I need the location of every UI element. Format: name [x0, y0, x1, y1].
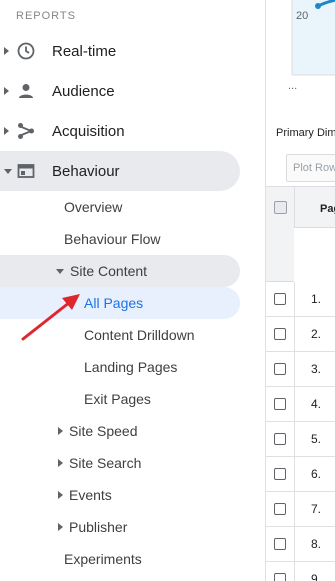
clock-icon: [16, 41, 36, 61]
row-number: 9.: [311, 572, 322, 581]
row-number: 2.: [311, 327, 322, 341]
column-divider: [294, 282, 295, 317]
page-column-header[interactable]: Pag: [320, 203, 335, 215]
row-number: 1.: [311, 292, 322, 306]
sidebar-item-label: Publisher: [69, 519, 128, 535]
reports-section-title: REPORTS: [16, 10, 76, 22]
row-checkbox[interactable]: [274, 433, 286, 445]
select-all-checkbox[interactable]: [274, 201, 287, 214]
table-row[interactable]: 2.: [266, 317, 335, 352]
sidebar-item-realtime[interactable]: Real-time: [0, 31, 265, 71]
person-icon: [16, 81, 36, 101]
sidebar-item-behaviour[interactable]: Behaviour: [0, 151, 240, 191]
column-divider: [294, 317, 295, 352]
sidebar-item-label: Content Drilldown: [84, 327, 195, 343]
row-number: 4.: [311, 397, 322, 411]
sidebar-item-label: Site Speed: [69, 423, 138, 439]
sidebar: REPORTS Real-time Audience Acquisition B…: [0, 0, 265, 581]
row-number: 5.: [311, 432, 322, 446]
sidebar-item-site-content[interactable]: Site Content: [0, 255, 240, 287]
sidebar-item-all-pages[interactable]: All Pages: [0, 287, 240, 319]
sidebar-item-site-speed[interactable]: Site Speed: [58, 415, 138, 447]
sidebar-item-label: Experiments: [64, 551, 142, 567]
table-row[interactable]: 1.: [266, 282, 335, 317]
row-checkbox[interactable]: [274, 503, 286, 515]
sidebar-item-exit-pages[interactable]: Exit Pages: [84, 383, 151, 415]
column-divider: [294, 387, 295, 422]
row-checkbox[interactable]: [274, 538, 286, 550]
report-panel: 20 ... Primary Dim Plot Row Pag 1. 2. 3. 4.…: [265, 0, 335, 581]
table-header: Pag: [266, 186, 335, 283]
plot-rows-button[interactable]: Plot Row: [286, 154, 335, 182]
collapse-caret-icon: [4, 168, 12, 174]
row-checkbox[interactable]: [274, 468, 286, 480]
sidebar-item-publisher[interactable]: Publisher: [58, 511, 127, 543]
sidebar-item-behaviour-flow[interactable]: Behaviour Flow: [64, 223, 161, 255]
sidebar-item-audience[interactable]: Audience: [0, 71, 265, 111]
sidebar-item-label: Acquisition: [52, 122, 125, 140]
column-divider: [294, 352, 295, 387]
chart-tick-label: 20: [296, 10, 309, 22]
table-row[interactable]: 4.: [266, 387, 335, 422]
sidebar-item-landing-pages[interactable]: Landing Pages: [84, 351, 177, 383]
row-checkbox[interactable]: [274, 293, 286, 305]
column-divider: [294, 422, 295, 457]
report-table: Pag 1. 2. 3. 4. 5. 6. 7. 8. 9.: [266, 186, 335, 581]
expand-caret-icon: [58, 523, 63, 531]
sidebar-item-label: Behaviour: [52, 162, 120, 180]
expand-caret-icon: [4, 87, 9, 95]
table-row[interactable]: 8.: [266, 527, 335, 562]
expand-caret-icon: [4, 47, 9, 55]
sidebar-item-content-drilldown[interactable]: Content Drilldown: [84, 319, 195, 351]
sidebar-item-label: Landing Pages: [84, 359, 178, 375]
header-subcell: [294, 227, 335, 283]
sidebar-item-label: Audience: [52, 82, 115, 100]
row-checkbox[interactable]: [274, 573, 286, 581]
sidebar-item-label: Events: [69, 487, 112, 503]
table-row[interactable]: 6.: [266, 457, 335, 492]
expand-caret-icon: [4, 127, 9, 135]
row-number: 8.: [311, 537, 322, 551]
row-checkbox[interactable]: [274, 398, 286, 410]
sidebar-item-site-search[interactable]: Site Search: [58, 447, 141, 479]
sidebar-item-label: Exit Pages: [84, 391, 151, 407]
sidebar-item-label: Site Content: [70, 263, 148, 279]
row-number: 7.: [311, 502, 322, 516]
table-row[interactable]: 3.: [266, 352, 335, 387]
behaviour-icon: [16, 161, 36, 181]
row-number: 6.: [311, 467, 322, 481]
row-checkbox[interactable]: [274, 328, 286, 340]
chart-more-indicator: ...: [288, 80, 298, 92]
column-divider: [294, 527, 295, 562]
sidebar-item-label: Behaviour Flow: [64, 231, 161, 247]
table-row[interactable]: 5.: [266, 422, 335, 457]
sidebar-item-label: Overview: [64, 199, 123, 215]
table-row[interactable]: 7.: [266, 492, 335, 527]
column-divider: [294, 562, 295, 581]
expand-caret-icon: [58, 427, 63, 435]
primary-dimension-label: Primary Dim: [276, 127, 335, 139]
expand-caret-icon: [58, 459, 63, 467]
sidebar-item-overview[interactable]: Overview: [64, 191, 122, 223]
sidebar-item-label: Real-time: [52, 42, 117, 60]
expand-caret-icon: [58, 491, 63, 499]
sidebar-item-label: All Pages: [84, 295, 144, 311]
collapse-caret-icon: [56, 269, 64, 274]
sidebar-item-events[interactable]: Events: [58, 479, 112, 511]
sessions-chart: 20 ...: [266, 0, 335, 100]
sidebar-item-label: Site Search: [69, 455, 142, 471]
table-row[interactable]: 9.: [266, 562, 335, 581]
row-number: 3.: [311, 362, 322, 376]
sidebar-item-acquisition[interactable]: Acquisition: [0, 111, 265, 151]
column-divider: [294, 492, 295, 527]
column-divider: [294, 457, 295, 492]
row-checkbox[interactable]: [274, 363, 286, 375]
sidebar-item-experiments[interactable]: Experiments: [64, 543, 142, 575]
acquisition-icon: [16, 121, 36, 141]
